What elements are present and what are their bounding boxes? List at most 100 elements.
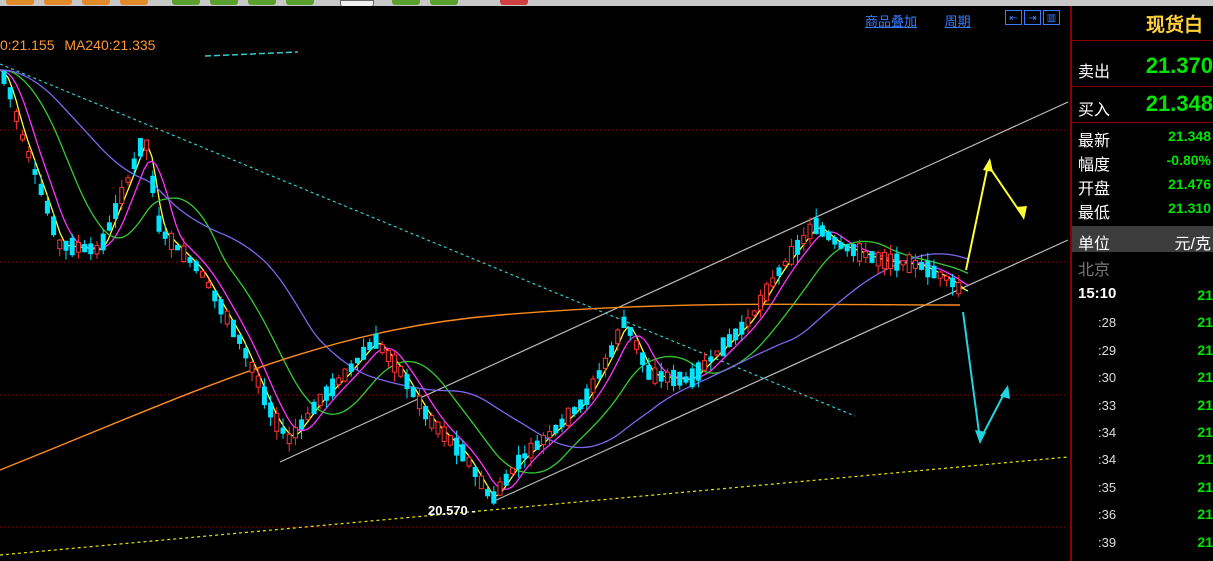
candle-body xyxy=(193,261,199,272)
toolbar-tab[interactable] xyxy=(430,0,458,5)
toolbar-tab[interactable] xyxy=(120,0,148,5)
candle-body xyxy=(652,367,658,384)
candle-body xyxy=(181,245,187,263)
tick-time: :29 xyxy=(1098,342,1117,358)
candle-body xyxy=(404,374,410,390)
buy-label: 买入 xyxy=(1078,102,1111,119)
candle-body xyxy=(776,267,782,276)
info-value: 21.310 xyxy=(1168,200,1211,216)
candle-body xyxy=(330,378,336,397)
candle-body xyxy=(596,370,602,379)
candle-body xyxy=(578,399,584,410)
candle-body xyxy=(689,368,695,388)
candle-body xyxy=(1,71,7,84)
candle-body xyxy=(119,186,125,205)
info-value: 21.476 xyxy=(1168,176,1211,192)
tick-time: :35 xyxy=(1098,479,1117,495)
toolbar-tab[interactable] xyxy=(248,0,276,5)
short-dashed-line xyxy=(204,51,299,57)
toolbar-tab[interactable] xyxy=(6,0,34,5)
quote-panel: 现货白 卖出 21.370 买入 21.348 最新 21.348 幅度 -0.… xyxy=(1070,6,1213,561)
layout-button[interactable]: ▥ xyxy=(1043,10,1060,25)
candle-body xyxy=(392,354,398,373)
candle-body xyxy=(671,369,677,387)
toolbar-tab[interactable] xyxy=(392,0,420,5)
candle-body xyxy=(534,440,540,450)
candle-body xyxy=(199,270,205,278)
candle-body xyxy=(739,321,745,335)
candle-body xyxy=(429,415,435,429)
candle-body xyxy=(317,393,323,406)
tick-row: :29 21 xyxy=(1072,337,1213,364)
scroll-right-button[interactable]: ⇥ xyxy=(1024,10,1041,25)
candle-body xyxy=(844,244,850,252)
candle-body xyxy=(801,234,807,244)
unit-label: 单位 xyxy=(1078,236,1111,253)
candle-body xyxy=(354,357,360,364)
candle-body xyxy=(57,239,63,250)
period-link[interactable]: 周期 xyxy=(945,14,971,29)
tick-row: :33 21 xyxy=(1072,392,1213,419)
scroll-left-button[interactable]: ⇤ xyxy=(1005,10,1022,25)
buy-price: 21.348 xyxy=(1145,91,1213,116)
candle-body xyxy=(441,426,447,442)
candle-body xyxy=(268,402,274,418)
tick-time: 15:10 xyxy=(1078,285,1117,302)
ma-line-5 xyxy=(0,69,969,497)
candle-body xyxy=(348,363,354,373)
tick-time: :30 xyxy=(1098,370,1117,386)
candle-body xyxy=(447,435,453,446)
candle-body xyxy=(553,424,559,434)
candle-body xyxy=(726,334,732,348)
candle-body xyxy=(745,317,751,327)
candle-body xyxy=(832,237,838,245)
candle-body xyxy=(106,222,112,231)
toolbar-tab[interactable] xyxy=(500,0,528,5)
candle-body xyxy=(398,365,404,377)
toolbar-tab[interactable] xyxy=(286,0,314,5)
candle-body xyxy=(695,362,701,381)
candle-body xyxy=(237,334,243,344)
candle-body xyxy=(584,388,590,405)
info-row-open: 开盘 21.476 xyxy=(1078,172,1213,198)
candle-body xyxy=(379,344,385,354)
candle-body xyxy=(838,242,844,249)
candle-body xyxy=(410,387,416,397)
toolbar-tab[interactable] xyxy=(44,0,72,5)
candle-body xyxy=(875,252,881,267)
tick-row: :36 21 xyxy=(1072,501,1213,528)
candle-body xyxy=(857,243,863,262)
candle-body xyxy=(423,406,429,420)
tick-price: 21 xyxy=(1197,341,1213,358)
tick-price: 21 xyxy=(1197,396,1213,413)
candle-body xyxy=(609,345,615,358)
candle-body xyxy=(38,183,44,195)
tick-price: 21 xyxy=(1197,287,1213,303)
overlay-link[interactable]: 商品叠加 xyxy=(865,14,917,29)
candle-body xyxy=(881,251,887,270)
info-value: -0.80% xyxy=(1166,152,1211,168)
unit-value: 元/克 xyxy=(1174,236,1211,253)
candle-body xyxy=(863,251,869,259)
toolbar-tab[interactable] xyxy=(82,0,110,5)
candle-body xyxy=(82,244,88,253)
tick-row: :34 21 xyxy=(1072,419,1213,446)
candle-body xyxy=(733,328,739,341)
tick-price: 21 xyxy=(1197,369,1213,386)
location-label: 北京 xyxy=(1078,262,1111,279)
candle-body xyxy=(156,215,162,232)
info-row-change: 幅度 -0.80% xyxy=(1078,148,1213,174)
channel-upper-line xyxy=(279,101,1068,463)
toolbar-tab[interactable] xyxy=(210,0,238,5)
arrowhead-down xyxy=(975,430,986,444)
candle-body xyxy=(547,431,553,439)
candle-body xyxy=(559,418,565,428)
candle-body xyxy=(540,434,546,446)
toolbar-tab[interactable] xyxy=(172,0,200,5)
price-chart[interactable]: 20.570 - xyxy=(0,6,1068,561)
candle-body xyxy=(385,350,391,363)
candle-body xyxy=(286,433,292,445)
candle-body xyxy=(757,294,763,311)
candle-body xyxy=(633,340,639,350)
sell-price: 21.370 xyxy=(1145,53,1213,78)
